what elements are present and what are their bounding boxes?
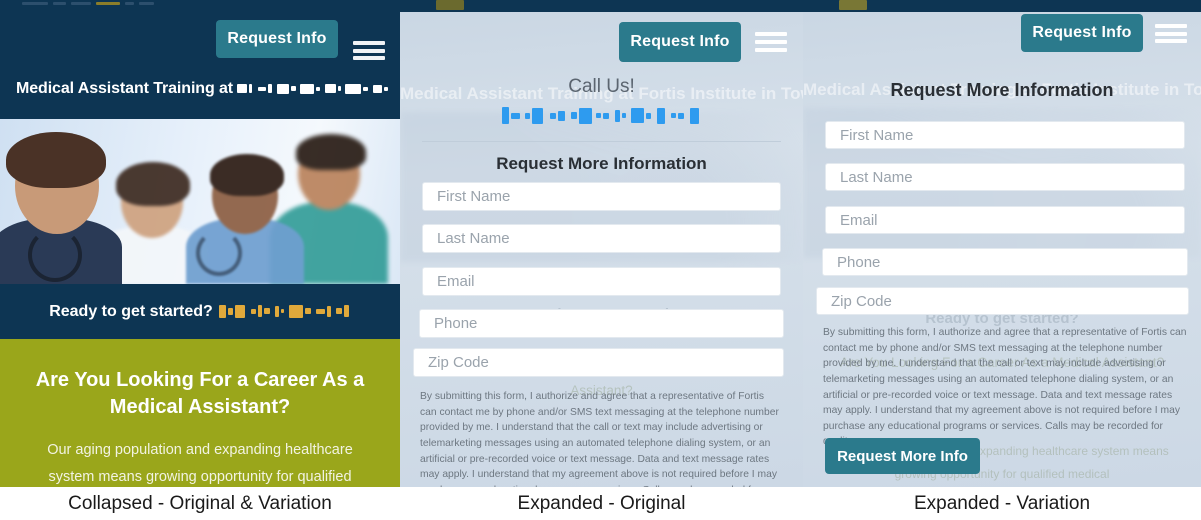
redacted-phone-glyphs (502, 107, 701, 125)
zip-code-input[interactable]: Zip Code (816, 287, 1189, 315)
caption-panel-3: Expanded - Variation (913, 493, 1091, 514)
ghost-logo (436, 0, 464, 10)
first-name-input[interactable]: First Name (825, 121, 1185, 149)
request-info-button[interactable]: Request Info (216, 20, 338, 58)
ghost-logo (839, 0, 867, 10)
first-name-input[interactable]: First Name (422, 182, 781, 211)
hamburger-menu-icon[interactable] (353, 41, 385, 60)
form-title: Request More Information (890, 80, 1114, 100)
phone-input[interactable]: Phone (419, 309, 784, 338)
panel-expanded-variation: Medical Assistant Training at Fortis Ins… (803, 0, 1201, 487)
last-name-input[interactable]: Last Name (825, 163, 1185, 191)
panel-expanded-original: Medical Assistant Training at Fortis Ins… (400, 0, 803, 487)
ghost-logo-strip (803, 0, 1201, 12)
comparison-board: Request Info Medical Assistant Training … (0, 0, 1201, 520)
form-title: Request More Information (496, 154, 707, 173)
hamburger-menu-icon[interactable] (1155, 24, 1187, 43)
logo-strip (0, 0, 400, 14)
request-info-button[interactable]: Request Info (619, 22, 741, 62)
call-us-phone-number[interactable] (400, 107, 803, 125)
panel-collapsed: Request Info Medical Assistant Training … (0, 0, 400, 487)
caption-panel-2: Expanded - Original (517, 493, 686, 514)
phone-input[interactable]: Phone (822, 248, 1188, 276)
zip-code-input[interactable]: Zip Code (413, 348, 784, 377)
ghost-logo-strip (400, 0, 803, 12)
email-input[interactable]: Email (422, 267, 781, 296)
form-disclaimer: By submitting this form, I authorize and… (823, 327, 1187, 447)
form-divider (422, 141, 781, 142)
redacted-school-name (237, 80, 390, 98)
request-info-button[interactable]: Request Info (1021, 14, 1143, 52)
career-body: Our aging population and expanding healt… (47, 442, 353, 485)
call-us-section: Call Us! (400, 76, 803, 125)
page-headline-text: Medical Assistant Training at (16, 80, 234, 98)
stethoscope-icon-1 (28, 228, 82, 282)
hamburger-menu-icon[interactable] (755, 32, 787, 52)
career-heading: Are You Looking For a Career As a Medica… (35, 369, 365, 418)
caption-row: Collapsed - Original & Variation Expande… (0, 487, 1201, 520)
page-headline: Medical Assistant Training at (16, 80, 390, 98)
cta-phone-label: Ready to get started? (49, 302, 213, 320)
navbar-collapsed: Request Info (0, 14, 400, 68)
redacted-phone-number[interactable] (218, 303, 351, 321)
site-logo[interactable] (22, 2, 154, 5)
request-more-info-button[interactable]: Request More Info (825, 438, 980, 474)
email-input[interactable]: Email (825, 206, 1185, 234)
form-disclaimer: By submitting this form, I authorize and… (420, 391, 779, 487)
last-name-input[interactable]: Last Name (422, 224, 781, 253)
stethoscope-icon-2 (196, 230, 242, 276)
cta-phone-bar: Ready to get started? (0, 284, 400, 339)
hero-photo (0, 119, 400, 284)
career-section: Are You Looking For a Career As a Medica… (0, 339, 400, 487)
caption-panel-1: Collapsed - Original & Variation (68, 493, 332, 514)
call-us-label: Call Us! (568, 76, 635, 97)
